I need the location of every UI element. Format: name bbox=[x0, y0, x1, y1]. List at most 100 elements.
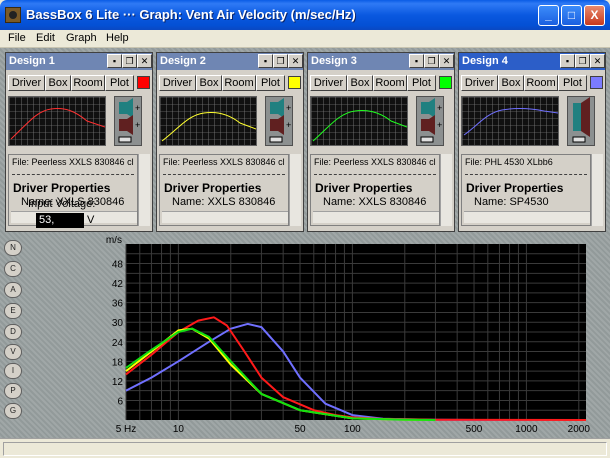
input-voltage-label: Input Voltage: bbox=[28, 198, 96, 210]
driver-info: File: Peerless XXLS 830846 cl Driver Pro… bbox=[310, 154, 440, 226]
tab-room[interactable]: Room bbox=[222, 75, 256, 91]
vertical-scrollbar[interactable] bbox=[591, 154, 603, 226]
close-icon[interactable]: ✕ bbox=[288, 54, 303, 68]
input-voltage-unit: V bbox=[87, 214, 95, 226]
x-tick-label: 1000 bbox=[515, 424, 538, 435]
y-tick-label: 48 bbox=[112, 260, 124, 271]
driver-info: File: Peerless XXLS 830846 cl Driver Pro… bbox=[159, 154, 289, 226]
graph-button-a[interactable]: A bbox=[4, 282, 22, 298]
copy-icon[interactable]: ❐ bbox=[424, 54, 439, 68]
menu-edit[interactable]: Edit bbox=[36, 32, 55, 44]
tab-driver[interactable]: Driver bbox=[159, 75, 196, 91]
design-panel-2: Design 2 ▪ ❐ ✕ Driver Box Room Plot + + F… bbox=[156, 52, 304, 232]
svg-text:+: + bbox=[437, 120, 442, 130]
graph-button-n[interactable]: N bbox=[4, 240, 22, 256]
speaker-icon: + + bbox=[265, 96, 293, 146]
graph-button-d[interactable]: D bbox=[4, 324, 22, 340]
tab-plot[interactable]: Plot bbox=[256, 75, 285, 91]
driver-properties-heading: Driver Properties bbox=[315, 181, 413, 195]
y-tick-label: 36 bbox=[112, 299, 124, 310]
close-button[interactable]: X bbox=[584, 5, 605, 26]
vertical-scrollbar[interactable] bbox=[138, 154, 150, 226]
x-tick-label: 2000 bbox=[568, 424, 591, 435]
speaker-icon: + + bbox=[114, 96, 142, 146]
mini-graph bbox=[8, 96, 106, 146]
tab-driver[interactable]: Driver bbox=[8, 75, 45, 91]
tab-room[interactable]: Room bbox=[71, 75, 105, 91]
tab-driver[interactable]: Driver bbox=[310, 75, 347, 91]
save-icon[interactable]: ▪ bbox=[409, 54, 424, 68]
y-tick-label: 24 bbox=[112, 338, 124, 349]
copy-icon[interactable]: ❐ bbox=[575, 54, 590, 68]
mini-graph bbox=[310, 96, 408, 146]
close-icon[interactable]: ✕ bbox=[590, 54, 605, 68]
vent-velocity-chart: 6 12 18 24 30 36 42 48 m/s 5 Hz 10 50 100 500 1000 2000 bbox=[106, 235, 602, 436]
tab-box[interactable]: Box bbox=[347, 75, 373, 91]
input-voltage-field[interactable]: 53, bbox=[36, 213, 84, 228]
vertical-scrollbar[interactable] bbox=[289, 154, 301, 226]
speaker-icon bbox=[567, 96, 595, 146]
app-icon bbox=[5, 7, 21, 23]
x-tick-label: 100 bbox=[344, 424, 361, 435]
x-tick-label: 50 bbox=[294, 424, 306, 435]
mini-graph bbox=[159, 96, 257, 146]
svg-text:+: + bbox=[135, 120, 140, 130]
design-panel-3: Design 3 ▪ ❐ ✕ Driver Box Room Plot + + F… bbox=[307, 52, 455, 232]
y-tick-label: 30 bbox=[112, 318, 124, 329]
speaker-icon: + + bbox=[416, 96, 444, 146]
close-icon[interactable]: ✕ bbox=[439, 54, 454, 68]
color-swatch[interactable] bbox=[590, 76, 603, 89]
window-title: BassBox 6 Lite ··· Graph: Vent Air Veloc… bbox=[26, 7, 356, 22]
color-swatch[interactable] bbox=[137, 76, 150, 89]
graph-button-v[interactable]: V bbox=[4, 344, 22, 360]
y-tick-label: 6 bbox=[117, 396, 123, 407]
graph-button-i[interactable]: I bbox=[4, 363, 22, 379]
tab-plot[interactable]: Plot bbox=[407, 75, 436, 91]
color-swatch[interactable] bbox=[439, 76, 452, 89]
y-tick-label: 18 bbox=[112, 357, 124, 368]
horizontal-scrollbar[interactable] bbox=[162, 211, 288, 223]
graph-button-c[interactable]: C bbox=[4, 261, 22, 277]
tab-plot[interactable]: Plot bbox=[105, 75, 134, 91]
graph-button-p[interactable]: P bbox=[4, 383, 22, 399]
minimize-button[interactable]: _ bbox=[538, 5, 559, 26]
save-icon[interactable]: ▪ bbox=[258, 54, 273, 68]
horizontal-scrollbar[interactable] bbox=[464, 211, 590, 223]
maximize-button[interactable]: □ bbox=[561, 5, 582, 26]
driver-properties-heading: Driver Properties bbox=[13, 181, 111, 195]
tab-box[interactable]: Box bbox=[196, 75, 222, 91]
title-bar: BassBox 6 Lite ··· Graph: Vent Air Veloc… bbox=[0, 0, 610, 30]
mini-graph bbox=[461, 96, 559, 146]
tab-plot[interactable]: Plot bbox=[558, 75, 587, 91]
driver-name: Name: XXLS 830846 bbox=[172, 196, 276, 208]
driver-name: Name: SP4530 bbox=[474, 196, 549, 208]
svg-text:+: + bbox=[135, 103, 140, 113]
x-tick-label: 500 bbox=[466, 424, 483, 435]
menu-help[interactable]: Help bbox=[106, 32, 129, 44]
color-swatch[interactable] bbox=[288, 76, 301, 89]
driver-file: File: Peerless XXLS 830846 cl bbox=[314, 157, 436, 167]
driver-name: Name: XXLS 830846 bbox=[323, 196, 427, 208]
status-bar bbox=[0, 438, 610, 458]
tab-driver[interactable]: Driver bbox=[461, 75, 498, 91]
x-tick-label: 5 Hz bbox=[116, 424, 137, 435]
graph-button-g[interactable]: G bbox=[4, 403, 22, 419]
driver-properties-heading: Driver Properties bbox=[466, 181, 564, 195]
driver-info: File: PHL 4530 XLbb6 Driver Properties N… bbox=[461, 154, 591, 226]
vertical-scrollbar[interactable] bbox=[440, 154, 452, 226]
driver-file: File: Peerless XXLS 830846 cl bbox=[12, 157, 134, 167]
menu-graph[interactable]: Graph bbox=[66, 32, 97, 44]
copy-icon[interactable]: ❐ bbox=[273, 54, 288, 68]
close-icon[interactable]: ✕ bbox=[137, 54, 152, 68]
save-icon[interactable]: ▪ bbox=[107, 54, 122, 68]
tab-room[interactable]: Room bbox=[524, 75, 558, 91]
tab-box[interactable]: Box bbox=[498, 75, 524, 91]
graph-button-e[interactable]: E bbox=[4, 303, 22, 319]
copy-icon[interactable]: ❐ bbox=[122, 54, 137, 68]
horizontal-scrollbar[interactable] bbox=[313, 211, 439, 223]
menu-file[interactable]: File bbox=[8, 32, 26, 44]
svg-text:+: + bbox=[286, 120, 291, 130]
save-icon[interactable]: ▪ bbox=[560, 54, 575, 68]
tab-room[interactable]: Room bbox=[373, 75, 407, 91]
tab-box[interactable]: Box bbox=[45, 75, 71, 91]
